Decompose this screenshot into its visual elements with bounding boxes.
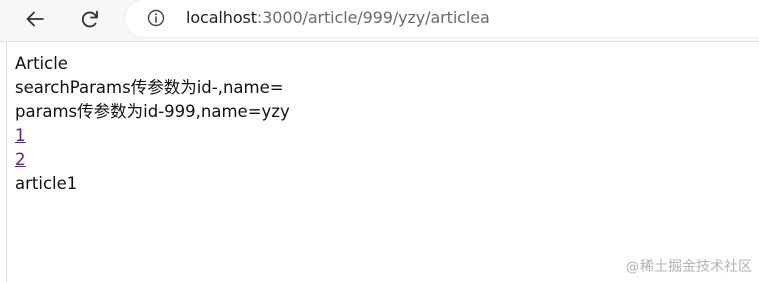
info-icon[interactable] bbox=[147, 9, 165, 27]
watermark-text: 稀土掘金技术社区 bbox=[640, 259, 752, 275]
back-button[interactable] bbox=[18, 4, 52, 34]
reload-button[interactable] bbox=[73, 4, 107, 34]
watermark-at: @ bbox=[626, 260, 639, 275]
browser-toolbar: localhost:3000/article/999/yzy/articlea bbox=[0, 0, 759, 41]
page-viewport: Article searchParams传参数为id-,name= params… bbox=[6, 42, 759, 282]
page-content: Article searchParams传参数为id-,name= params… bbox=[15, 52, 290, 196]
link-2[interactable]: 2 bbox=[15, 150, 26, 169]
url-text[interactable]: localhost:3000/article/999/yzy/articlea bbox=[186, 8, 490, 28]
address-bar[interactable]: localhost:3000/article/999/yzy/articlea bbox=[125, 0, 759, 37]
reload-icon bbox=[81, 10, 98, 28]
url-path: :3000/article/999/yzy/articlea bbox=[256, 8, 490, 27]
url-host: localhost bbox=[186, 8, 257, 27]
back-arrow-icon bbox=[26, 11, 44, 27]
outlet-text: article1 bbox=[15, 174, 78, 193]
link-1[interactable]: 1 bbox=[15, 126, 26, 145]
page-heading: Article bbox=[15, 54, 68, 73]
watermark: @稀土掘金技术社区 bbox=[626, 256, 752, 276]
params-text: params传参数为id-999,name=yzy bbox=[15, 102, 290, 121]
search-params-text: searchParams传参数为id-,name= bbox=[15, 78, 284, 97]
